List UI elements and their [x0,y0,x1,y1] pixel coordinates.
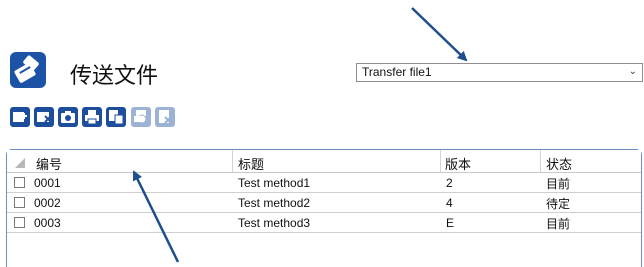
remove-icon [37,112,52,123]
arrow-to-file-select [411,7,468,62]
remove-button[interactable] [34,107,54,127]
row-title: Test method1 [238,176,311,190]
column-header-status[interactable]: 状态 [546,154,572,173]
print-preview-icon [134,110,147,124]
print-icon [85,110,99,125]
column-header-id[interactable]: 编号 [36,154,62,173]
camera-icon [61,111,75,123]
add-button[interactable] [10,107,30,127]
column-header-title[interactable]: 标题 [238,154,264,173]
file-select-value: Transfer file1 [362,65,432,79]
delete-button[interactable] [155,107,175,127]
add-icon [13,112,27,122]
column-divider [540,150,541,172]
column-header-version[interactable]: 版本 [445,154,471,173]
delete-icon [159,110,172,124]
copy-button[interactable] [106,107,126,127]
column-divider [440,150,441,172]
row-title: Test method2 [238,196,311,210]
row-status: 目前 [546,177,571,191]
file-select[interactable]: Transfer file1 ⌄ [356,63,643,82]
row-version: 2 [446,176,453,190]
transfer-app-icon [10,52,46,88]
row-checkbox[interactable] [14,197,25,208]
print-preview-button[interactable] [131,107,151,127]
chevron-down-icon[interactable]: ⌄ [629,63,637,80]
row-id: 0001 [34,176,61,190]
row-status: 目前 [546,217,571,231]
row-status: 待定 [546,197,571,211]
row-version: E [446,216,455,230]
row-title: Test method3 [238,216,311,230]
row-checkbox[interactable] [14,177,25,188]
select-all-corner[interactable] [15,158,25,168]
row-checkbox[interactable] [14,217,25,228]
row-version: 4 [446,196,453,210]
column-divider [232,150,233,172]
page-title: 传送文件 [70,64,159,89]
copy-icon [109,110,124,125]
row-id: 0003 [34,216,61,230]
print-button[interactable] [82,107,102,127]
camera-button[interactable] [58,107,78,127]
row-id: 0002 [34,196,61,210]
